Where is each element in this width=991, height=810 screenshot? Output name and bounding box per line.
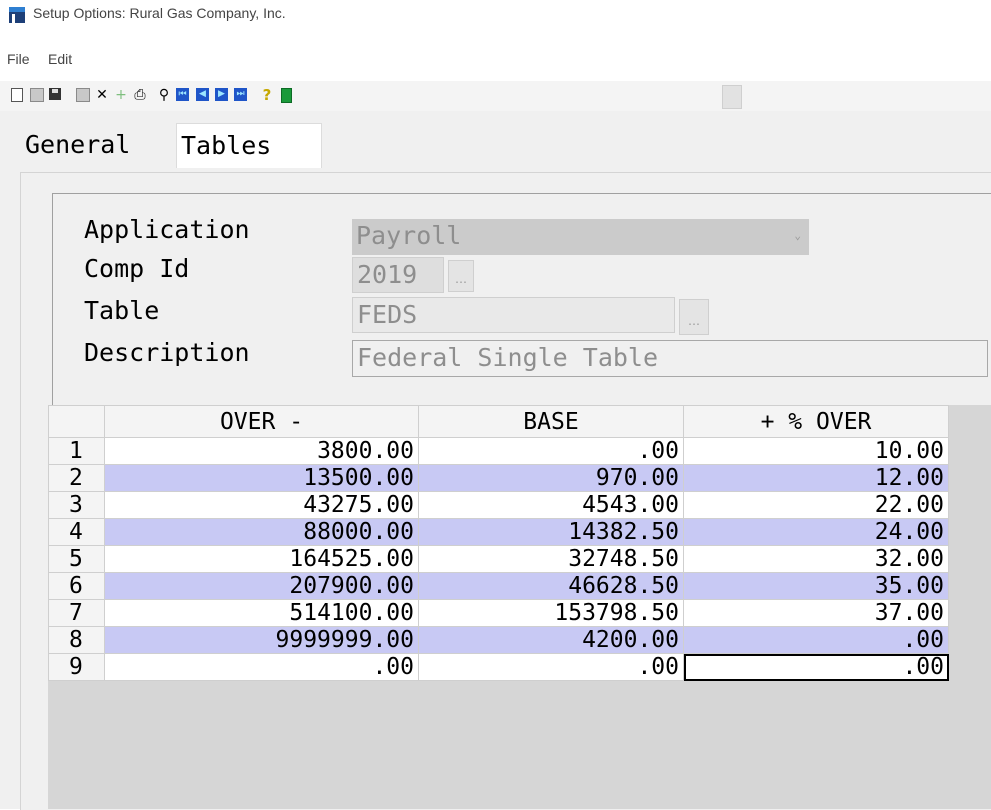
next-record-icon[interactable]: ▶	[215, 88, 228, 101]
over-cell[interactable]: 3800.00	[104, 437, 419, 465]
find-icon[interactable]: ⚲	[157, 88, 171, 102]
toolbar: ✕ + ⎙ ⚲ ⏮ ◀ ▶ ⏭ ?	[0, 81, 991, 112]
row-number: 7	[48, 599, 105, 627]
pct-over-cell[interactable]: 35.00	[683, 572, 949, 600]
copy-icon[interactable]	[30, 88, 44, 102]
clear-icon[interactable]	[76, 88, 90, 102]
grid-header-base: BASE	[418, 405, 684, 438]
chevron-down-icon: ⌄	[794, 229, 801, 242]
title-bar: Setup Options: Rural Gas Company, Inc.	[0, 0, 991, 40]
row-number: 5	[48, 545, 105, 573]
row-number: 3	[48, 491, 105, 519]
window-title: Setup Options: Rural Gas Company, Inc.	[33, 5, 286, 21]
base-cell[interactable]: 4543.00	[418, 491, 684, 519]
over-cell[interactable]: 514100.00	[104, 599, 419, 627]
over-cell[interactable]: 9999999.00	[104, 626, 419, 654]
table-row: 8 9999999.00 4200.00 .00	[48, 626, 949, 654]
comp-id-field[interactable]: 2019	[352, 257, 444, 293]
table-row: 6 207900.00 46628.50 35.00	[48, 572, 949, 600]
base-cell[interactable]: .00	[418, 653, 684, 681]
save-icon[interactable]	[49, 88, 61, 100]
menu-file[interactable]: File	[7, 51, 30, 67]
new-icon[interactable]	[11, 88, 23, 102]
over-cell[interactable]: .00	[104, 653, 419, 681]
first-record-icon[interactable]: ⏮	[176, 88, 189, 101]
over-cell[interactable]: 164525.00	[104, 545, 419, 573]
options-icon	[722, 85, 742, 109]
print-icon[interactable]: ⎙	[133, 88, 147, 102]
grid-header-pct-over: + % OVER	[683, 405, 949, 438]
base-cell[interactable]: 970.00	[418, 464, 684, 492]
over-cell[interactable]: 88000.00	[104, 518, 419, 546]
base-cell[interactable]: 4200.00	[418, 626, 684, 654]
pct-over-cell[interactable]: 37.00	[683, 599, 949, 627]
tab-tables[interactable]: Tables	[176, 123, 322, 168]
pct-over-cell[interactable]: 24.00	[683, 518, 949, 546]
pct-over-cell-selected[interactable]: .00	[683, 653, 949, 681]
help-icon[interactable]: ?	[260, 88, 274, 103]
table-row: 1 3800.00 .00 10.00	[48, 437, 949, 465]
tax-table-grid: OVER - BASE + % OVER 1 3800.00 .00 10.00…	[48, 405, 949, 681]
over-cell[interactable]: 13500.00	[104, 464, 419, 492]
over-cell[interactable]: 43275.00	[104, 491, 419, 519]
last-record-icon[interactable]: ⏭	[234, 88, 247, 101]
add-icon[interactable]: +	[114, 88, 128, 102]
over-cell[interactable]: 207900.00	[104, 572, 419, 600]
base-cell[interactable]: 14382.50	[418, 518, 684, 546]
pct-over-cell[interactable]: 22.00	[683, 491, 949, 519]
app-icon	[9, 7, 25, 23]
table-row: 2 13500.00 970.00 12.00	[48, 464, 949, 492]
exit-icon[interactable]	[281, 88, 292, 103]
grid-header-over: OVER -	[104, 405, 419, 438]
application-label: Application	[84, 215, 250, 244]
previous-record-icon[interactable]: ◀	[196, 88, 209, 101]
row-number: 2	[48, 464, 105, 492]
row-number: 4	[48, 518, 105, 546]
tab-general[interactable]: General	[20, 123, 179, 167]
row-number: 8	[48, 626, 105, 654]
pct-over-cell[interactable]: .00	[683, 626, 949, 654]
comp-id-label: Comp Id	[84, 254, 190, 283]
comp-id-lookup-button[interactable]: …	[448, 260, 474, 292]
row-number: 1	[48, 437, 105, 465]
table-row: 3 43275.00 4543.00 22.00	[48, 491, 949, 519]
delete-icon[interactable]: ✕	[95, 88, 109, 102]
pct-over-cell[interactable]: 32.00	[683, 545, 949, 573]
table-row: 9 .00 .00 .00	[48, 653, 949, 681]
table-label: Table	[84, 296, 160, 325]
base-cell[interactable]: 46628.50	[418, 572, 684, 600]
pct-over-cell[interactable]: 12.00	[683, 464, 949, 492]
description-field[interactable]: Federal Single Table	[352, 340, 988, 377]
row-number: 9	[48, 653, 105, 681]
grid-header-row: OVER - BASE + % OVER	[48, 405, 949, 438]
application-select[interactable]: Payroll ⌄	[352, 219, 809, 255]
base-cell[interactable]: 153798.50	[418, 599, 684, 627]
grid-header-rownum	[48, 405, 105, 438]
base-cell[interactable]: 32748.50	[418, 545, 684, 573]
table-lookup-button[interactable]: …	[679, 299, 709, 335]
menu-edit[interactable]: Edit	[48, 51, 72, 67]
application-value: Payroll	[356, 221, 462, 250]
base-cell[interactable]: .00	[418, 437, 684, 465]
table-row: 7 514100.00 153798.50 37.00	[48, 599, 949, 627]
table-field[interactable]: FEDS	[352, 297, 675, 333]
table-row: 5 164525.00 32748.50 32.00	[48, 545, 949, 573]
table-row: 4 88000.00 14382.50 24.00	[48, 518, 949, 546]
row-number: 6	[48, 572, 105, 600]
description-label: Description	[84, 338, 250, 367]
pct-over-cell[interactable]: 10.00	[683, 437, 949, 465]
